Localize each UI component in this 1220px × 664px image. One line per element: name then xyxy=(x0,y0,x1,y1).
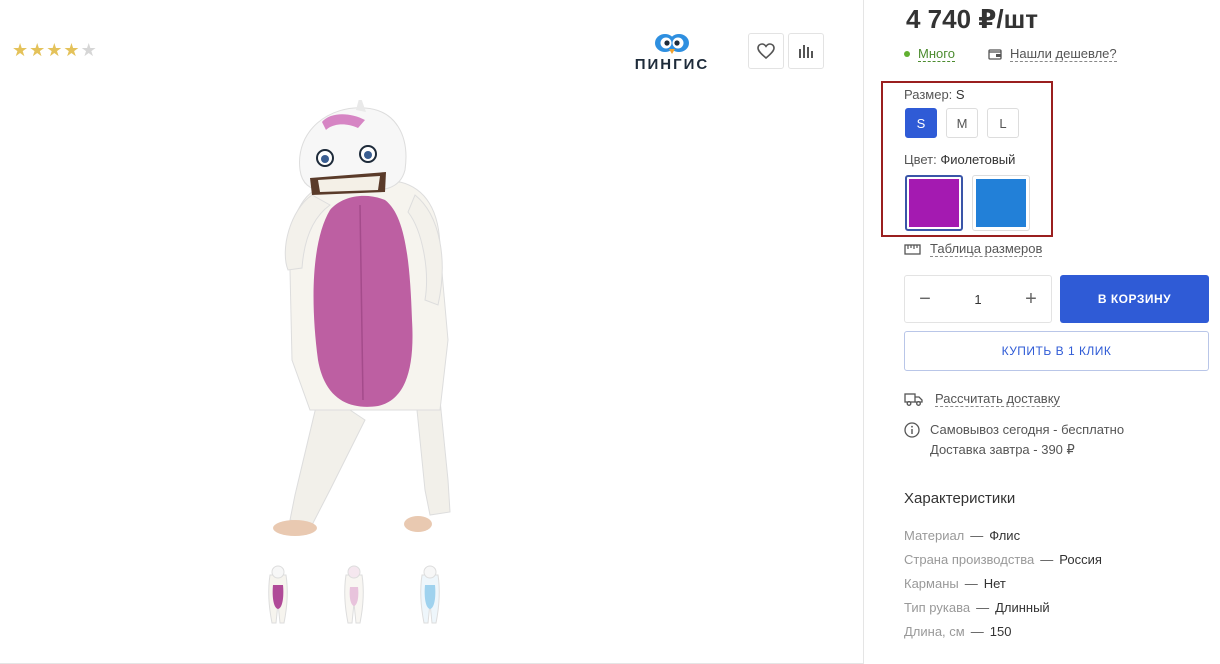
courier-info: Доставка завтра - 390 ₽ xyxy=(930,442,1075,457)
product-main-image[interactable] xyxy=(200,100,580,545)
thumbnail-list xyxy=(258,563,450,625)
color-option-purple[interactable] xyxy=(905,175,963,231)
color-option-blue[interactable] xyxy=(972,175,1030,231)
color-options xyxy=(905,175,1030,231)
truck-icon xyxy=(904,393,923,406)
product-options-box: Размер: S S M L Цвет: Фиолетовый xyxy=(881,81,1053,237)
size-label: Размер: S xyxy=(904,87,965,102)
stock-status[interactable]: Много xyxy=(904,46,955,62)
thumbnail-white[interactable] xyxy=(334,563,374,625)
pickup-info: Самовывоз сегодня - бесплатно xyxy=(930,422,1125,437)
size-table-link[interactable]: Таблица размеров xyxy=(904,241,1043,257)
color-swatch-purple xyxy=(909,179,959,227)
star-icon: ★ xyxy=(63,40,81,60)
char-row-material: Материал — Флис xyxy=(904,528,1021,543)
buy-panel: 4 740 ₽/шт Много Нашли дешевле? Размер: … xyxy=(864,0,1220,664)
found-cheaper-label[interactable]: Нашли дешевле? xyxy=(1010,46,1117,62)
info-icon xyxy=(904,422,920,438)
star-icon: ★ xyxy=(46,40,64,60)
selected-size: S xyxy=(955,87,965,102)
char-row-sleeve: Тип рукава — Длинный xyxy=(904,600,1050,615)
quantity-plus-button[interactable]: + xyxy=(1021,288,1041,311)
ruler-icon xyxy=(904,243,921,255)
characteristics-title: Характеристики xyxy=(904,490,1016,507)
compare-bars-icon xyxy=(799,45,813,58)
brand-logo[interactable]: ПИНГИС xyxy=(632,32,712,73)
selected-color: Фиолетовый xyxy=(940,152,1016,167)
add-to-cart-button[interactable]: В КОРЗИНУ xyxy=(1060,275,1209,323)
rating-stars: ★★★★★ xyxy=(12,40,98,61)
stock-link[interactable]: Много xyxy=(918,46,955,62)
char-row-length: Длина, см —150 xyxy=(904,624,1012,639)
delivery-info: Самовывоз сегодня - бесплатно Доставка з… xyxy=(904,420,1124,460)
size-option-s[interactable]: S xyxy=(905,108,937,138)
calculate-delivery-label[interactable]: Рассчитать доставку xyxy=(935,391,1061,407)
brand-name: ПИНГИС xyxy=(634,56,710,73)
product-gallery: ★★★★★ ПИНГИС xyxy=(0,0,864,664)
in-stock-dot-icon xyxy=(904,51,910,57)
thumbnail-blue[interactable] xyxy=(410,563,450,625)
buy-one-click-button[interactable]: КУПИТЬ В 1 КЛИК xyxy=(904,331,1209,371)
quantity-stepper: − 1 + xyxy=(904,275,1052,323)
star-empty-icon: ★ xyxy=(80,40,98,60)
size-option-l[interactable]: L xyxy=(987,108,1019,138)
size-table-label[interactable]: Таблица размеров xyxy=(930,241,1043,257)
characteristics-list: Материал — Флис Страна производства — Россия… xyxy=(904,524,1102,644)
char-row-pockets: Карманы — Нет xyxy=(904,576,1006,591)
size-option-m[interactable]: M xyxy=(946,108,978,138)
wallet-icon xyxy=(988,49,1002,60)
owl-logo-icon xyxy=(655,34,689,54)
favorite-button[interactable] xyxy=(748,33,784,69)
thumbnail-purple[interactable] xyxy=(258,563,298,625)
size-options: S M L xyxy=(905,108,1019,138)
compare-button[interactable] xyxy=(788,33,824,69)
star-icon: ★ xyxy=(12,40,30,60)
quantity-value[interactable]: 1 xyxy=(974,292,981,307)
color-label: Цвет: Фиолетовый xyxy=(904,152,1016,167)
heart-icon xyxy=(757,43,775,59)
found-cheaper-link[interactable]: Нашли дешевле? xyxy=(988,46,1117,62)
char-row-country: Страна производства — Россия xyxy=(904,552,1102,567)
quantity-minus-button[interactable]: − xyxy=(915,288,935,311)
calculate-delivery-link[interactable]: Рассчитать доставку xyxy=(904,391,1061,407)
color-swatch-blue xyxy=(976,179,1026,227)
product-price: 4 740 ₽/шт xyxy=(906,4,1039,34)
star-icon: ★ xyxy=(29,40,47,60)
